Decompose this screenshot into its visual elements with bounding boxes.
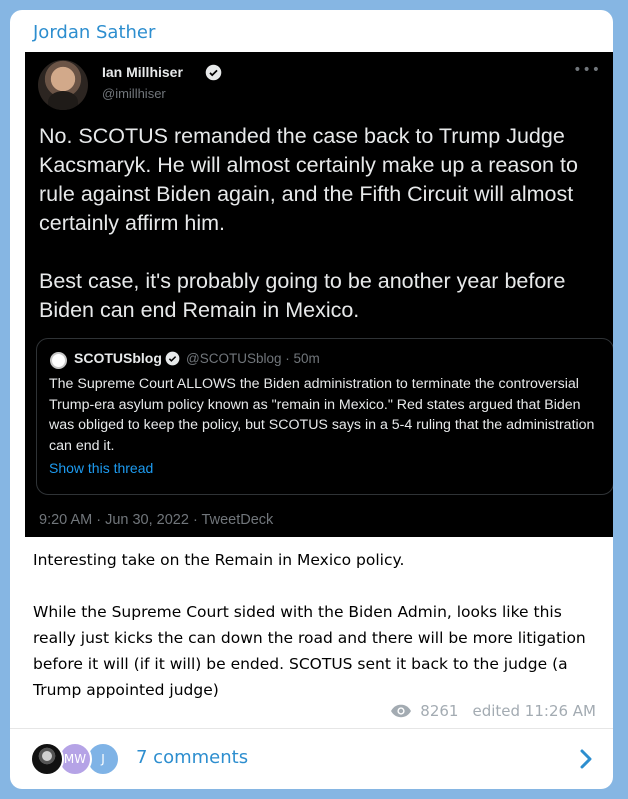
- quote-text: The Supreme Court ALLOWS the Biden admin…: [49, 376, 595, 454]
- eye-icon: [391, 704, 412, 718]
- edited-time: edited 11:26 AM: [472, 702, 596, 720]
- post-text: Interesting take on the Remain in Mexico…: [33, 551, 586, 699]
- commenter-avatars[interactable]: MW J: [30, 742, 125, 776]
- channel-post-card: Jordan Sather Ian Millhiser @imillhiser …: [10, 10, 613, 789]
- comments-link[interactable]: 7 comments: [136, 747, 248, 768]
- commenter-avatar: [30, 742, 64, 776]
- author-avatar: [38, 60, 88, 110]
- tweet-author-handle: @imillhiser: [102, 86, 166, 101]
- show-thread-link: Show this thread: [49, 460, 154, 476]
- verified-badge-icon: [165, 351, 180, 366]
- divider: [10, 728, 613, 729]
- quoted-tweet: SCOTUSblog @SCOTUSblog · 50m The Supreme…: [36, 338, 613, 495]
- view-count: 8261: [420, 702, 459, 720]
- tweet-screenshot[interactable]: Ian Millhiser @imillhiser ••• No. SCOTUS…: [25, 52, 613, 537]
- tweet-text: No. SCOTUS remanded the case back to Tru…: [39, 124, 578, 322]
- more-dots-icon: •••: [573, 62, 601, 78]
- quote-avatar: [50, 352, 67, 369]
- quote-handle-time: @SCOTUSblog · 50m: [186, 351, 320, 366]
- verified-badge-icon: [205, 64, 222, 81]
- tweet-timestamp: 9:20 AM · Jun 30, 2022 · TweetDeck: [39, 512, 274, 528]
- tweet-author-name: Ian Millhiser: [102, 64, 183, 80]
- post-meta: 8261 edited 11:26 AM: [390, 702, 596, 720]
- chevron-right-icon[interactable]: [579, 748, 593, 770]
- channel-name[interactable]: Jordan Sather: [33, 22, 155, 43]
- quote-author-name: SCOTUSblog: [74, 350, 162, 366]
